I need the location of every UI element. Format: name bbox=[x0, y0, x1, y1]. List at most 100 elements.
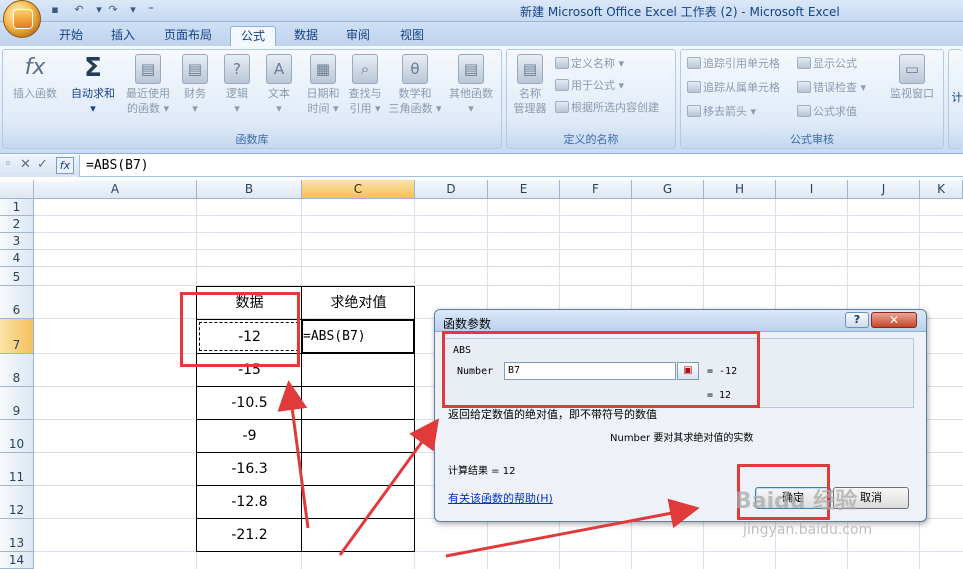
tab-page-layout[interactable]: 页面布局 bbox=[156, 26, 220, 46]
dialog-close-button[interactable]: ✕ bbox=[871, 312, 917, 328]
column-header-k[interactable]: K bbox=[920, 180, 963, 199]
define-name-button[interactable]: 定义名称 ▾ bbox=[555, 56, 624, 72]
watch-window-button[interactable]: ▭ 监视窗口 bbox=[885, 54, 939, 101]
trace-precedents-button[interactable]: 追踪引用单元格 bbox=[687, 56, 780, 72]
recently-used-button[interactable]: ▤ 最近使用 的函数 ▾ bbox=[121, 54, 175, 116]
name-manager-button[interactable]: ▤ 名称 管理器 bbox=[509, 54, 551, 116]
name-box-toggle-icon[interactable]: ◦ bbox=[4, 157, 12, 172]
gridline bbox=[34, 249, 963, 250]
column-header-f[interactable]: F bbox=[560, 180, 632, 199]
column-header-e[interactable]: E bbox=[488, 180, 560, 199]
row-header-2[interactable]: 2 bbox=[0, 216, 34, 233]
save-icon[interactable]: ▪ bbox=[48, 3, 62, 17]
tab-home[interactable]: 开始 bbox=[52, 26, 90, 46]
number-arg-label: Number bbox=[457, 366, 494, 377]
text-button[interactable]: A 文本 ▾ bbox=[259, 54, 299, 116]
enter-check-icon[interactable]: ✓ bbox=[37, 157, 48, 172]
row-header-3[interactable]: 3 bbox=[0, 233, 34, 250]
column-header-b[interactable]: B bbox=[197, 180, 302, 199]
math-label-2: 三角函数 ▾ bbox=[388, 102, 442, 115]
cell-b11-text: -16.3 bbox=[231, 461, 268, 477]
row-header-12[interactable]: 12 bbox=[0, 486, 34, 519]
undo-icon[interactable]: ↶ bbox=[72, 3, 86, 17]
row-header-8[interactable]: 8 bbox=[0, 354, 34, 387]
cell-c9[interactable] bbox=[301, 386, 415, 420]
logical-button[interactable]: ? 逻辑 ▾ bbox=[217, 54, 257, 116]
name-manager-label-2: 管理器 bbox=[513, 102, 547, 115]
lookup-reference-button[interactable]: ⌕ 查找与 引用 ▾ bbox=[343, 54, 387, 116]
math-trig-button[interactable]: θ 数学和 三角函数 ▾ bbox=[387, 54, 443, 116]
row-header-11[interactable]: 11 bbox=[0, 453, 34, 486]
row-header-14[interactable]: 14 bbox=[0, 552, 34, 569]
tab-data[interactable]: 数据 bbox=[286, 26, 326, 46]
redo-icon[interactable]: ↷ bbox=[106, 3, 120, 17]
column-header-c[interactable]: C bbox=[302, 180, 415, 199]
autosum-button[interactable]: Σ 自动求和 ▾ bbox=[65, 54, 121, 116]
row-header-9[interactable]: 9 bbox=[0, 387, 34, 420]
date-time-button[interactable]: ▦ 日期和 时间 ▾ bbox=[301, 54, 345, 116]
show-formulas-button[interactable]: 显示公式 bbox=[797, 56, 857, 72]
show-formulas-label: 显示公式 bbox=[813, 57, 857, 70]
tab-review[interactable]: 审阅 bbox=[338, 26, 378, 46]
more-functions-button[interactable]: ▤ 其他函数 ▾ bbox=[443, 54, 499, 116]
column-header-a[interactable]: A bbox=[34, 180, 197, 199]
row-header-4[interactable]: 4 bbox=[0, 250, 34, 267]
tab-view[interactable]: 视图 bbox=[392, 26, 432, 46]
autosum-dropdown-icon[interactable]: ▾ bbox=[90, 102, 96, 115]
group-defined-names: ▤ 名称 管理器 定义名称 ▾ 用于公式 ▾ 根据所选内容创建 定义的名称 bbox=[506, 49, 676, 149]
row-header-7[interactable]: 7 bbox=[0, 319, 34, 354]
insert-function-label: 插入函数 bbox=[13, 87, 57, 100]
remove-arrows-button[interactable]: 移去箭头 ▾ bbox=[687, 104, 756, 120]
row-label: 13 bbox=[8, 536, 25, 550]
row-header-1[interactable]: 1 bbox=[0, 199, 34, 216]
select-all-corner[interactable] bbox=[0, 180, 34, 199]
cancel-icon[interactable]: ✕ bbox=[20, 157, 31, 172]
collapse-dialog-ref-icon[interactable]: ▣ bbox=[677, 362, 699, 380]
dialog-help-button[interactable]: ? bbox=[845, 312, 869, 328]
redo-dropdown-icon[interactable]: ▾ bbox=[126, 3, 140, 17]
column-header-i[interactable]: I bbox=[776, 180, 848, 199]
column-header-d[interactable]: D bbox=[415, 180, 488, 199]
evaluate-formula-button[interactable]: 公式求值 bbox=[797, 104, 857, 120]
cell-c12[interactable] bbox=[301, 485, 415, 519]
cell-c13[interactable] bbox=[301, 518, 415, 552]
cell-c11[interactable] bbox=[301, 452, 415, 486]
cell-b10-text: -9 bbox=[242, 428, 257, 444]
function-help-link[interactable]: 有关该函数的帮助(H) bbox=[448, 490, 553, 506]
tab-formulas[interactable]: 公式 bbox=[230, 26, 276, 46]
row-header-5[interactable]: 5 bbox=[0, 267, 34, 286]
undo-dropdown-icon[interactable]: ▾ bbox=[92, 3, 106, 17]
calculation-label-partial: 计 bbox=[951, 91, 963, 104]
more-functions-icon: ▤ bbox=[458, 54, 484, 84]
row-label: 4 bbox=[12, 251, 21, 265]
cell-c10[interactable] bbox=[301, 419, 415, 453]
error-checking-label: 错误检查 ▾ bbox=[813, 81, 867, 94]
dialog-title-bar[interactable]: 函数参数 ? ✕ bbox=[435, 310, 926, 332]
customize-qat-icon[interactable]: ⁼ bbox=[144, 3, 158, 17]
office-button[interactable] bbox=[3, 0, 41, 38]
create-from-selection-button[interactable]: 根据所选内容创建 bbox=[555, 100, 659, 116]
define-name-label: 定义名称 ▾ bbox=[571, 57, 625, 70]
gridline bbox=[34, 266, 963, 267]
cell-c8[interactable] bbox=[301, 353, 415, 387]
use-in-formula-button[interactable]: 用于公式 ▾ bbox=[555, 78, 624, 94]
insert-function-button[interactable]: fx 插入函数 bbox=[7, 54, 63, 101]
row-header-13[interactable]: 13 bbox=[0, 519, 34, 552]
column-header-g[interactable]: G bbox=[632, 180, 704, 199]
office-logo-icon bbox=[13, 9, 33, 29]
column-header-j[interactable]: J bbox=[848, 180, 920, 199]
row-header-6[interactable]: 6 bbox=[0, 286, 34, 319]
trace-dependents-label: 追踪从属单元格 bbox=[703, 81, 780, 94]
insert-function-fx-icon[interactable]: fx bbox=[56, 157, 74, 174]
watch-window-icon: ▭ bbox=[899, 54, 925, 84]
financial-button[interactable]: ▤ 财务 ▾ bbox=[175, 54, 215, 116]
error-checking-button[interactable]: 错误检查 ▾ bbox=[797, 80, 866, 96]
number-arg-input[interactable]: B7 bbox=[504, 362, 676, 380]
formula-input[interactable]: =ABS(B7) bbox=[86, 158, 149, 173]
row-header-10[interactable]: 10 bbox=[0, 420, 34, 453]
trace-dependents-button[interactable]: 追踪从属单元格 bbox=[687, 80, 780, 96]
column-header-h[interactable]: H bbox=[704, 180, 776, 199]
tab-insert[interactable]: 插入 bbox=[104, 26, 142, 46]
text-label: 文本 bbox=[268, 87, 290, 100]
cell-b13-text: -21.2 bbox=[231, 527, 268, 543]
